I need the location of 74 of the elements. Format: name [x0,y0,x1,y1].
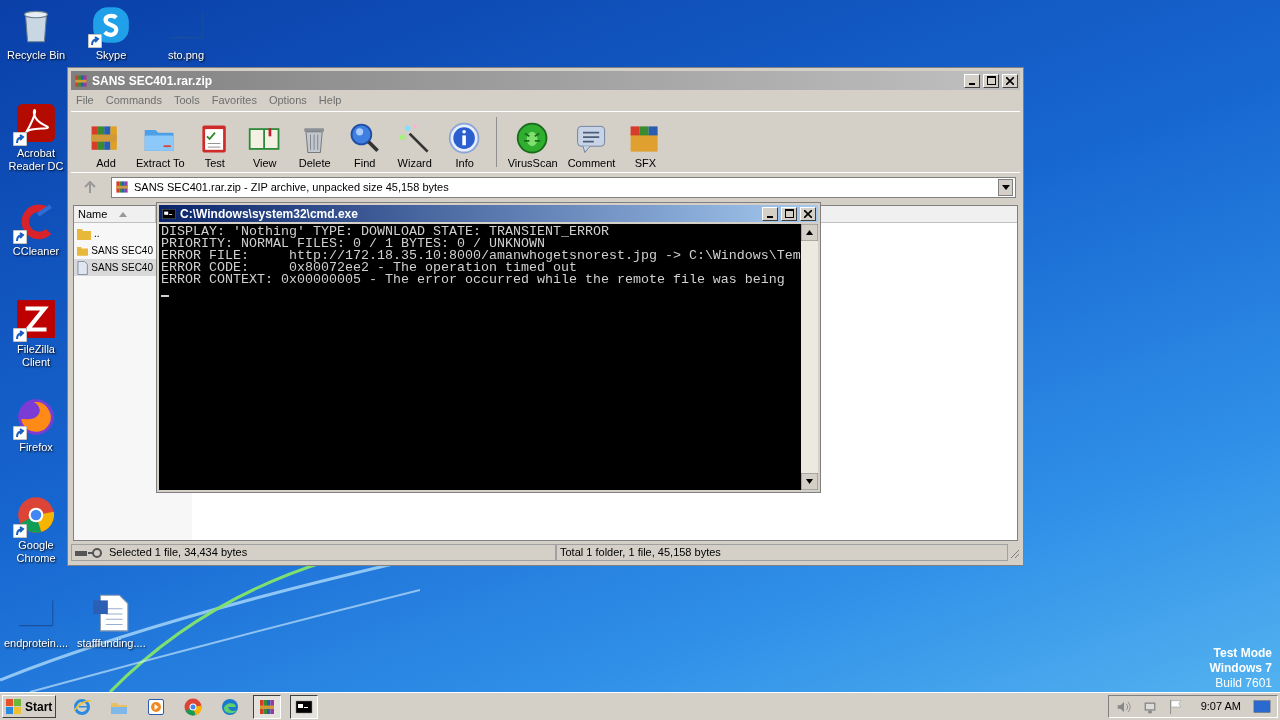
scroll-down-icon[interactable] [801,473,818,490]
minimize-button[interactable] [964,73,980,88]
file-row[interactable]: SANS SEC40 [74,242,156,259]
close-icon [1006,76,1014,85]
maximize-button[interactable] [781,206,797,221]
toolbar-button[interactable]: Extract To [131,114,190,170]
desktop-icon-label[interactable]: Recycle Bin [6,49,66,62]
maximize-icon [784,209,794,218]
console-line: ERROR CONTEXT: 0x00000005 - The error occurred while the remote file was being [161,274,786,286]
colorful-books-icon [114,179,130,195]
window-title: C:\Windows\system32\cmd.exe [180,205,359,223]
chat-bubble-icon [90,4,132,46]
toolbar-button[interactable]: Find [339,114,390,170]
toolbar-button[interactable]: SFX [620,114,671,170]
toolbar-button[interactable]: Wizard [389,114,440,170]
taskbar-app-button[interactable] [290,694,319,719]
os-notice-text: Test Mode [1213,646,1272,661]
file-icon [77,260,89,275]
desktop-icon-label[interactable]: CCleaner [12,245,60,258]
menu-item[interactable]: Commands [105,91,162,109]
folder-icon [77,227,91,240]
toolbar-button[interactable]: Add [81,114,131,170]
status-text: Total 1 folder, 1 file, 45,158 bytes [560,545,721,561]
toolbar-button[interactable]: View [239,114,290,170]
desktop-icon-label[interactable]: endprotein.... [3,637,69,650]
console-line: DISPLAY: 'Nothing' TYPE: DOWNLOAD STATE: TRANSIENT_ERROR [161,226,610,238]
close-button[interactable] [800,206,816,221]
desktop-icon-label[interactable]: FileZilla Client [2,343,70,369]
console-line: PRIORITY: NORMAL FILES: 0 / 1 BYTES: 0 / UNKNOWN [161,238,545,250]
console-line: ERROR FILE: http://172.18.35.10:8000/amanwhogetsnorest.jpg -> C:\Windows\Tem [161,250,801,262]
chrome-browser-icon [15,494,57,536]
maximize-icon [986,76,996,85]
console-line: ERROR CODE: 0x80072ee2 - The operation timed out [161,262,577,274]
toolbar-button[interactable]: VirusScan [502,114,563,170]
menu-item[interactable]: Options [268,91,307,109]
os-notice-text: Windows 7 [1209,661,1272,676]
chrome-browser-icon [183,696,204,717]
toolbar-button[interactable]: Info [439,114,490,170]
toolbar-button[interactable]: Test [189,114,240,170]
toolbar-button[interactable]: Comment [562,114,621,170]
minimize-icon [969,82,975,85]
status-text: Selected 1 file, 34,434 bytes [109,545,248,561]
minimize-button[interactable] [762,206,778,221]
scrollbar[interactable] [801,224,818,490]
maximize-button[interactable] [983,73,999,88]
desktop-icon-label[interactable]: stafffunding.... [77,637,145,650]
desktop-icon-label[interactable]: Firefox [19,441,53,454]
desktop-icon-label[interactable]: Skype [95,49,127,62]
menu-item[interactable]: Tools [174,91,200,109]
media-player-icon [146,696,167,717]
text-cursor [161,295,169,297]
close-icon [804,209,812,218]
file-row[interactable]: .. [74,225,156,242]
up-arrow-icon [84,181,96,193]
clock-text: 9:07 AM [1200,699,1241,715]
desktop-icon-label[interactable]: Google Chrome [2,539,70,565]
drive-key-icon [75,547,105,558]
sort-arrow-icon [119,211,128,217]
colorful-books-icon [73,72,89,89]
window-title: SANS SEC401.rar.zip [92,72,214,90]
windows-logo-icon [6,698,22,715]
folder-icon [77,244,89,257]
file-row[interactable]: SANS SEC40 [74,259,156,276]
minimize-icon [767,215,773,218]
os-notice-text: Build 7601 [1215,676,1272,691]
close-button[interactable] [1002,73,1018,88]
scroll-up-icon[interactable] [801,224,818,241]
taskbar-app-button[interactable] [253,694,282,719]
desktop-icon-label[interactable]: Acrobat Reader DC [2,147,70,173]
show-desktop-icon [1253,697,1271,716]
path-field[interactable]: SANS SEC401.rar.zip - ZIP archive, unpacked size 45,158 bytes [111,176,1016,198]
start-button[interactable]: Start [2,695,57,718]
desktop-icon-label[interactable]: sto.png [167,49,205,62]
toolbar-button[interactable]: Delete [289,114,340,170]
